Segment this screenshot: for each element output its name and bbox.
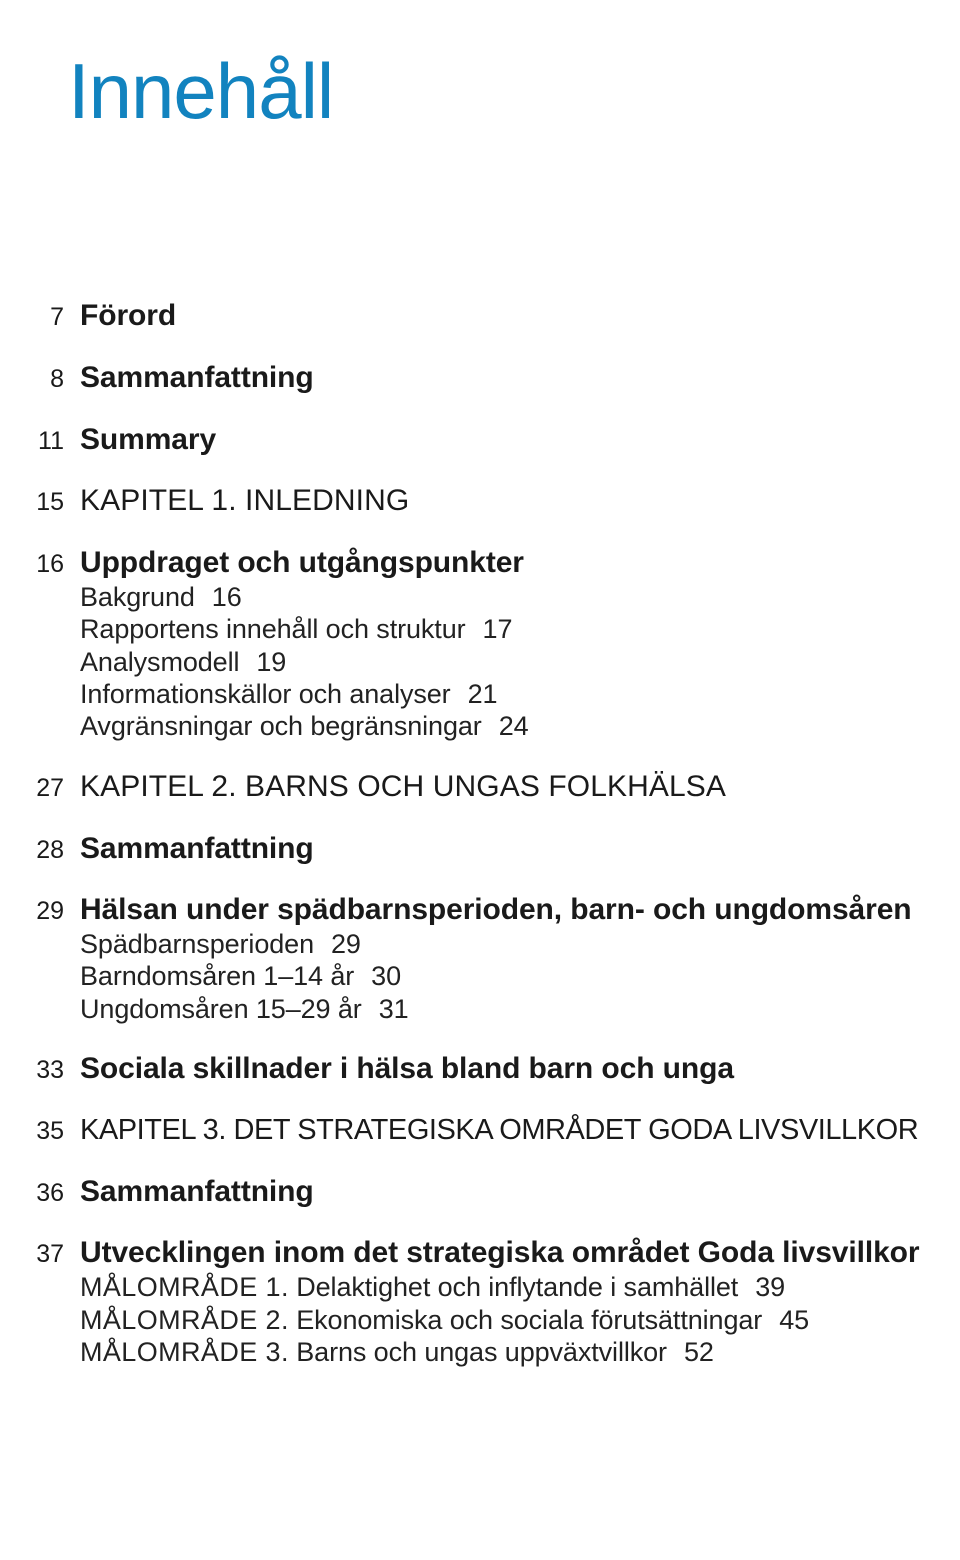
toc-page-number: 27 [36,773,64,802]
page-title: Innehåll [68,47,334,136]
toc-entry-label: Utvecklingen inom det strategiska område… [80,1236,920,1270]
toc-entry-text: Ungdomsåren 15–29 år [80,993,362,1024]
toc-entry[interactable]: 11 Summary [0,422,960,456]
row-spacer [0,1023,960,1053]
toc-page-number: 35 [36,1116,64,1145]
toc-entry-label: MÅLOMRÅDE 3. Barns och ungas uppväxtvill… [64,1338,960,1366]
toc-entry-label: Sociala skillnader i hälsa bland barn oc… [80,1052,734,1086]
toc-inline-page-number: 30 [371,961,402,992]
row-spacer [0,864,960,894]
toc-page-number: 7 [50,303,64,331]
toc-entry-text: Informationskällor och analyser [80,679,451,710]
toc-entry[interactable]: 52MÅLOMRÅDE 3. Barns och ungas uppväxtvi… [0,1338,960,1366]
toc-page-number: 28 [36,835,64,864]
toc-entry[interactable]: 17Rapportens innehåll och struktur 17 [0,615,960,643]
toc-inline-page-number: 17 [482,614,513,645]
toc-entry[interactable]: 35 KAPITEL 3. DET STRATEGISKA OMRÅDET GOD… [0,1115,960,1146]
toc-entry-label: KAPITEL 1. INLEDNING [80,484,410,518]
toc-entry-label: Sammanfattning [80,1174,314,1208]
table-of-contents: 7 Förord 8 Sammanfattning 11 Summary 15 KAPITEL… [0,300,960,1366]
toc-entry-label: Bakgrund 16 [64,583,960,611]
toc-entry-text: Analysmodell [80,646,240,677]
toc-entry[interactable]: 39MÅLOMRÅDE 1. Delaktighet och inflytand… [0,1273,960,1301]
toc-page-number: 15 [36,488,64,517]
row-spacer [0,332,960,362]
toc-entry-text: Avgränsningar och begränsningar [80,711,482,742]
toc-entry-label: Spädbarnsperioden 29 [64,930,960,958]
toc-entry-label: Hälsan under spädbarnsperioden, barn- oc… [80,893,912,927]
toc-entry-label: Barndomsåren 1–14 år 30 [64,962,960,990]
row-spacer [0,517,960,547]
row-spacer [0,455,960,485]
toc-entry-label: Sammanfattning [80,831,314,865]
toc-page: Innehåll 7 Förord 8 Sammanfattning 11 Summary… [0,0,960,1560]
toc-entry[interactable]: 27 KAPITEL 2. BARNS OCH UNGAS FOLKHÄLSA [0,769,960,803]
toc-inline-page-number: 21 [467,679,498,710]
toc-entry-label: Uppdraget och utgångspunkter [80,546,524,580]
toc-entry-label: KAPITEL 3. DET STRATEGISKA OMRÅDET GODA … [80,1113,919,1146]
row-spacer [0,394,960,424]
toc-entry-label: MÅLOMRÅDE 1. Delaktighet och inflytande … [64,1273,960,1301]
toc-entry-prefix: MÅLOMRÅDE 3. [80,1336,289,1367]
toc-inline-page-number: 45 [779,1304,810,1335]
toc-entry-label: Avgränsningar och begränsningar 24 [64,712,960,740]
toc-inline-page-number: 52 [683,1336,714,1367]
toc-page-number: 8 [50,364,64,393]
toc-inline-page-number: 39 [755,1272,786,1303]
toc-entry-label: Informationskällor och analyser 21 [64,680,960,708]
toc-entry[interactable]: 15 KAPITEL 1. INLEDNING [0,485,960,517]
row-spacer [0,803,960,833]
toc-entry-label: Summary [80,422,217,456]
toc-inline-page-number: 29 [330,929,361,960]
toc-entry-label: Förord [80,299,177,332]
toc-entry-label: KAPITEL 2. BARNS OCH UNGAS FOLKHÄLSA [80,769,727,803]
toc-entry-text: Ekonomiska och sociala förutsättningar [288,1304,763,1335]
toc-entry[interactable]: 24Avgränsningar och begränsningar 24 [0,712,960,740]
toc-entry[interactable]: 16Bakgrund 16 [0,583,960,611]
toc-entry[interactable]: 8 Sammanfattning [0,360,960,394]
toc-inline-page-number: 16 [211,581,242,612]
toc-inline-page-number: 24 [498,711,529,742]
toc-entry[interactable]: 33 Sociala skillnader i hälsa bland barn … [0,1053,960,1085]
toc-entry-text: Barns och ungas uppväxtvillkor [288,1336,667,1367]
toc-entry[interactable]: 31Ungdomsåren 15–29 år 31 [0,995,960,1023]
toc-entry-prefix: MÅLOMRÅDE 2. [80,1304,289,1335]
toc-inline-page-number: 31 [378,993,409,1024]
toc-entry[interactable]: 19Analysmodell 19 [0,646,960,677]
row-spacer [0,1207,960,1237]
row-spacer [0,1146,960,1176]
toc-entry-label: Analysmodell 19 [64,646,960,677]
toc-entry[interactable]: 37 Utvecklingen inom det strategiska områ… [0,1237,960,1269]
toc-entry-text: Delaktighet och inflytande i samhället [288,1272,739,1303]
toc-entry[interactable]: 29Spädbarnsperioden 29 [0,930,960,958]
toc-entry[interactable]: 21Informationskällor och analyser 21 [0,680,960,708]
toc-entry[interactable]: 16 Uppdraget och utgångspunkter [0,547,960,579]
toc-entry[interactable]: 29 Hälsan under spädbarnsperioden, barn- … [0,894,960,926]
toc-entry-text: Spädbarnsperioden [80,929,314,960]
toc-entry-prefix: MÅLOMRÅDE 1. [80,1272,289,1303]
toc-entry[interactable]: 28 Sammanfattning [0,831,960,865]
toc-page-number: 37 [36,1240,64,1269]
toc-page-number: 16 [36,550,64,579]
toc-page-number: 11 [38,426,64,455]
row-spacer [0,1085,960,1115]
toc-entry-text: Barndomsåren 1–14 år [80,961,355,992]
toc-entry-label: MÅLOMRÅDE 2. Ekonomiska och sociala föru… [64,1304,960,1335]
row-spacer [0,741,960,771]
toc-page-number: 29 [36,897,64,926]
toc-page-number: 36 [36,1178,64,1207]
toc-entry[interactable]: 45MÅLOMRÅDE 2. Ekonomiska och sociala fö… [0,1304,960,1335]
toc-entry-text: Bakgrund [80,581,195,612]
toc-entry[interactable]: 36 Sammanfattning [0,1174,960,1208]
toc-entry[interactable]: 30Barndomsåren 1–14 år 30 [0,962,960,990]
toc-page-number: 33 [36,1056,64,1085]
toc-entry-label: Rapportens innehåll och struktur 17 [64,615,960,643]
toc-entry-text: Rapportens innehåll och struktur [80,614,466,645]
toc-entry-label: Ungdomsåren 15–29 år 31 [64,995,960,1023]
toc-entry[interactable]: 7 Förord [0,300,960,332]
toc-entry-label: Sammanfattning [80,360,314,394]
toc-inline-page-number: 19 [256,646,287,677]
